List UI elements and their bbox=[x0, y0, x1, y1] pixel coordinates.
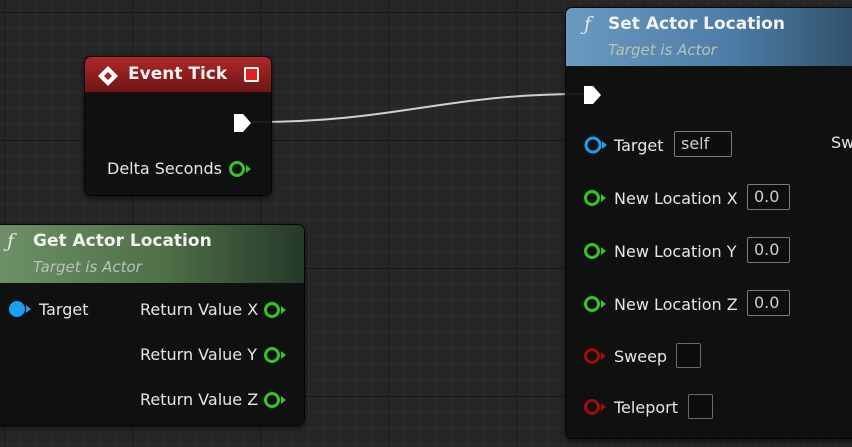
new-location-y-pin[interactable] bbox=[583, 241, 607, 261]
delta-seconds-pin[interactable] bbox=[228, 159, 252, 179]
target-value-field[interactable]: self bbox=[674, 131, 732, 157]
red-delegate-square-icon[interactable] bbox=[244, 67, 259, 82]
exec-input-pin[interactable] bbox=[583, 84, 602, 106]
set-actor-location-header[interactable]: ƒ Set Actor Location Target is Actor bbox=[566, 8, 852, 66]
get-actor-location-header[interactable]: ƒ Get Actor Location Target is Actor bbox=[0, 225, 304, 283]
teleport-checkbox[interactable] bbox=[688, 394, 713, 419]
new-location-y-label: New Location Y bbox=[614, 242, 737, 261]
set-actor-location-node[interactable]: ƒ Set Actor Location Target is Actor Tar… bbox=[565, 7, 852, 439]
node-title: Set Actor Location bbox=[608, 14, 785, 34]
new-location-z-field[interactable]: 0.0 bbox=[747, 290, 790, 316]
exec-output-pin[interactable] bbox=[233, 112, 252, 134]
blueprint-graph-canvas[interactable]: Event Tick Delta Seconds ƒ Get Actor Loc… bbox=[0, 0, 852, 447]
target-input-pin[interactable] bbox=[7, 299, 33, 319]
target-input-pin[interactable] bbox=[583, 135, 609, 155]
node-title: Event Tick bbox=[128, 64, 228, 84]
new-location-z-pin[interactable] bbox=[583, 294, 607, 314]
sweep-hit-result-label-cutoff: Sw bbox=[831, 133, 852, 152]
return-value-x-label: Return Value X bbox=[140, 300, 259, 319]
exec-wire-path bbox=[251, 93, 585, 123]
new-location-z-label: New Location Z bbox=[614, 295, 738, 314]
teleport-pin[interactable] bbox=[583, 397, 607, 417]
return-value-x-pin[interactable] bbox=[263, 300, 287, 320]
sweep-pin[interactable] bbox=[583, 346, 607, 366]
target-label: Target bbox=[39, 300, 89, 319]
node-subtitle: Target is Actor bbox=[608, 41, 717, 59]
sweep-label: Sweep bbox=[614, 347, 668, 366]
new-location-x-pin[interactable] bbox=[583, 188, 607, 208]
return-value-z-pin[interactable] bbox=[263, 390, 287, 410]
node-title: Get Actor Location bbox=[33, 231, 212, 251]
node-subtitle: Target is Actor bbox=[33, 258, 142, 276]
function-f-icon: ƒ bbox=[7, 230, 15, 252]
return-value-z-label: Return Value Z bbox=[140, 390, 259, 409]
diamond-event-icon bbox=[98, 66, 118, 86]
event-tick-node[interactable]: Event Tick Delta Seconds bbox=[84, 56, 272, 196]
get-actor-location-node[interactable]: ƒ Get Actor Location Target is Actor Tar… bbox=[0, 224, 305, 426]
teleport-label: Teleport bbox=[614, 398, 678, 417]
target-label: Target bbox=[614, 136, 664, 155]
new-location-x-label: New Location X bbox=[614, 189, 738, 208]
new-location-y-field[interactable]: 0.0 bbox=[747, 237, 790, 263]
event-tick-header[interactable]: Event Tick bbox=[85, 57, 271, 93]
return-value-y-pin[interactable] bbox=[263, 345, 287, 365]
sweep-checkbox[interactable] bbox=[676, 343, 701, 368]
return-value-y-label: Return Value Y bbox=[140, 345, 257, 364]
delta-seconds-label: Delta Seconds bbox=[107, 159, 222, 178]
new-location-x-field[interactable]: 0.0 bbox=[747, 184, 790, 210]
function-f-icon: ƒ bbox=[584, 13, 592, 35]
